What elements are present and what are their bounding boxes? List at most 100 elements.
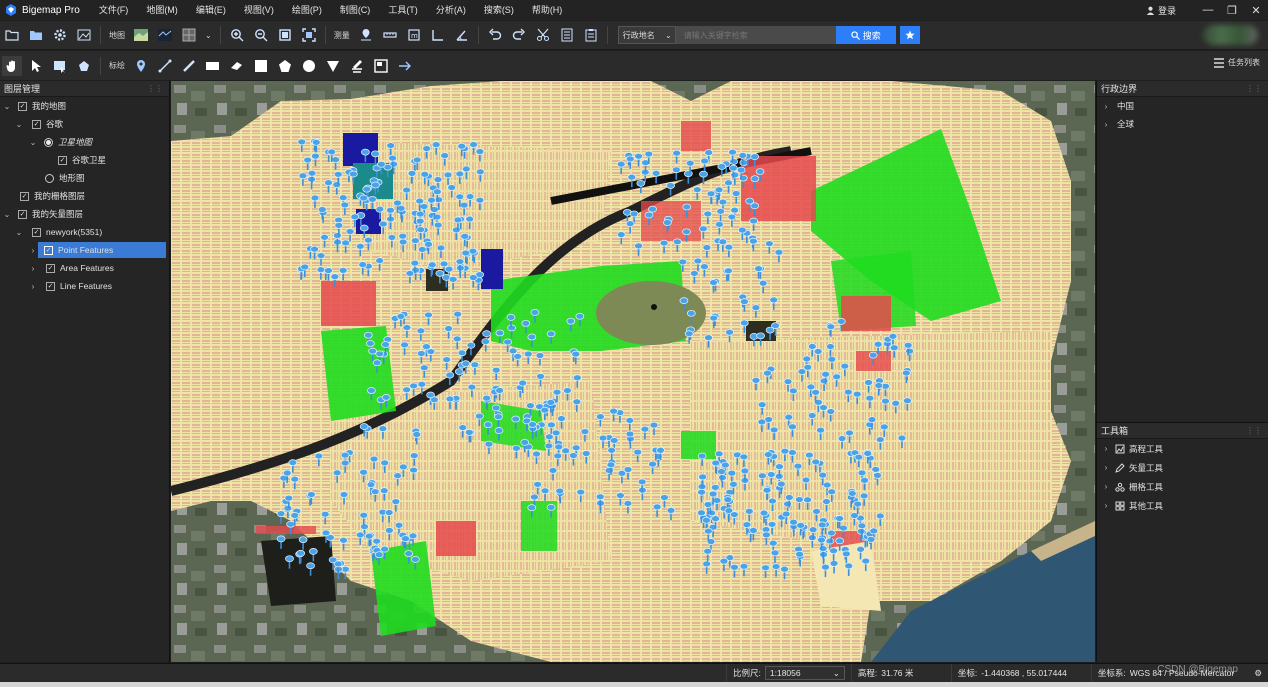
redo-icon[interactable] — [509, 25, 529, 45]
tool-elevation[interactable]: › 高程工具 — [1097, 439, 1268, 458]
panel-pin-icon[interactable]: ⋮⋮ — [1246, 423, 1262, 439]
draw-text-icon[interactable] — [347, 56, 367, 76]
box-select-icon[interactable] — [50, 56, 70, 76]
paste-icon[interactable] — [581, 25, 601, 45]
draw-circle-icon[interactable] — [299, 56, 319, 76]
layer-area-features[interactable]: › ✓ Area Features — [0, 259, 169, 277]
cut-icon[interactable] — [533, 25, 553, 45]
layer-newyork[interactable]: ⌄ ✓ newyork(5351) — [0, 223, 169, 241]
map-view[interactable] — [171, 81, 1095, 662]
layer-my-raster[interactable]: ✓ 我的栅格图层 — [0, 187, 169, 205]
chevron-right-icon[interactable]: › — [1101, 444, 1111, 453]
draw-label-icon[interactable] — [371, 56, 391, 76]
favorite-button[interactable] — [899, 26, 920, 44]
admin-item-china[interactable]: › 中国 — [1097, 97, 1268, 115]
menu-draw[interactable]: 绘图(P) — [283, 0, 331, 20]
measure-point-icon[interactable] — [356, 25, 376, 45]
login-button[interactable]: 登录 — [1146, 4, 1176, 17]
tool-other[interactable]: › 其他工具 — [1097, 496, 1268, 515]
checkbox-icon[interactable]: ✓ — [46, 281, 55, 291]
measure-area-icon[interactable]: m — [404, 25, 424, 45]
dropdown-chevron-icon[interactable]: ⌄ — [205, 31, 212, 40]
zoom-out-icon[interactable] — [251, 25, 271, 45]
grid-layer-icon[interactable] — [179, 25, 199, 45]
tool-raster[interactable]: › 栅格工具 — [1097, 477, 1268, 496]
panel-pin-icon[interactable]: ⋮⋮ — [1246, 81, 1262, 97]
chevron-down-icon[interactable]: ⌄ — [28, 138, 38, 147]
radio-icon[interactable] — [44, 137, 53, 147]
selected-row[interactable]: ✓ Point Features — [38, 242, 166, 258]
draw-square-icon[interactable] — [251, 56, 271, 76]
draw-freehand-icon[interactable] — [179, 56, 199, 76]
open-file-icon[interactable] — [26, 25, 46, 45]
measure-distance-icon[interactable] — [380, 25, 400, 45]
chevron-down-icon[interactable]: ⌄ — [2, 102, 12, 111]
checkbox-icon[interactable]: ✓ — [18, 209, 27, 219]
checkbox-icon[interactable]: ✓ — [32, 119, 41, 129]
draw-fan-icon[interactable] — [323, 56, 343, 76]
draw-marker-icon[interactable] — [131, 56, 151, 76]
menu-file[interactable]: 文件(F) — [90, 0, 138, 20]
chevron-right-icon[interactable]: › — [28, 282, 38, 291]
draw-eraser-icon[interactable] — [227, 56, 247, 76]
chevron-right-icon[interactable]: › — [1101, 102, 1111, 111]
draw-rectangle-icon[interactable] — [203, 56, 223, 76]
chevron-down-icon[interactable]: ⌄ — [14, 228, 24, 237]
draw-polygon-icon[interactable] — [275, 56, 295, 76]
checkbox-icon[interactable]: ✓ — [58, 155, 67, 165]
layer-terrain-map[interactable]: 地形图 — [0, 169, 169, 187]
scale-select[interactable]: 1:18056 ⌄ — [764, 666, 845, 680]
chevron-right-icon[interactable]: › — [1101, 482, 1111, 491]
zoom-in-icon[interactable] — [227, 25, 247, 45]
layer-google-satellite[interactable]: ✓ 谷歌卫星 — [0, 151, 169, 169]
edit-node-icon[interactable] — [74, 56, 94, 76]
search-button[interactable]: 搜索 — [835, 26, 896, 44]
export-image-icon[interactable] — [74, 25, 94, 45]
maximize-button[interactable]: ❐ — [1220, 0, 1244, 20]
undo-icon[interactable] — [485, 25, 505, 45]
close-button[interactable]: ✕ — [1244, 0, 1268, 20]
fit-bounds-icon[interactable] — [299, 25, 319, 45]
layer-point-features[interactable]: › ✓ Point Features — [0, 241, 169, 259]
task-list-button[interactable]: 任务列表 — [1213, 57, 1260, 68]
select-arrow-icon[interactable] — [26, 56, 46, 76]
region-select[interactable]: 行政地名 ⌄ — [617, 26, 676, 44]
chevron-right-icon[interactable]: › — [28, 264, 38, 273]
open-folder-icon[interactable] — [2, 25, 22, 45]
checkbox-icon[interactable]: ✓ — [20, 191, 29, 201]
tool-vector[interactable]: › 矢量工具 — [1097, 458, 1268, 477]
layer-google[interactable]: ⌄ ✓ 谷歌 — [0, 115, 169, 133]
menu-tools[interactable]: 工具(T) — [379, 0, 427, 20]
chevron-right-icon[interactable]: › — [28, 246, 38, 255]
checkbox-icon[interactable]: ✓ — [44, 245, 53, 255]
menu-search[interactable]: 搜索(S) — [475, 0, 523, 20]
menu-map[interactable]: 地图(M) — [137, 0, 187, 20]
measure-angle-icon[interactable] — [428, 25, 448, 45]
map-source-icon[interactable] — [131, 25, 151, 45]
layer-my-vector[interactable]: ⌄ ✓ 我的矢量图层 — [0, 205, 169, 223]
avatar[interactable] — [1203, 25, 1258, 45]
layer-line-features[interactable]: › ✓ Line Features — [0, 277, 169, 295]
menu-view[interactable]: 视图(V) — [235, 0, 283, 20]
minimize-button[interactable]: — — [1196, 0, 1220, 20]
draw-line-icon[interactable] — [155, 56, 175, 76]
checkbox-icon[interactable]: ✓ — [46, 263, 55, 273]
map-canvas[interactable] — [171, 81, 1095, 662]
layer-switch-icon[interactable] — [155, 25, 175, 45]
chevron-right-icon[interactable]: › — [1101, 501, 1111, 510]
chevron-down-icon[interactable]: ⌄ — [14, 120, 24, 129]
checkbox-icon[interactable]: ✓ — [32, 227, 41, 237]
search-input[interactable] — [675, 26, 836, 44]
layer-my-map[interactable]: ⌄ ✓ 我的地图 — [0, 97, 169, 115]
draw-arrow-icon[interactable] — [395, 56, 415, 76]
radio-icon[interactable] — [45, 173, 54, 183]
settings-icon[interactable] — [50, 25, 70, 45]
checkbox-icon[interactable]: ✓ — [18, 101, 27, 111]
menu-analysis[interactable]: 分析(A) — [427, 0, 475, 20]
pan-hand-icon[interactable] — [2, 55, 22, 76]
chevron-right-icon[interactable]: › — [1101, 463, 1111, 472]
chevron-down-icon[interactable]: ⌄ — [2, 210, 12, 219]
settings-icon[interactable]: ⚙ — [1254, 668, 1262, 679]
measure-azimuth-icon[interactable] — [452, 25, 472, 45]
layer-satellite-map[interactable]: ⌄ 卫星地图 — [0, 133, 169, 151]
